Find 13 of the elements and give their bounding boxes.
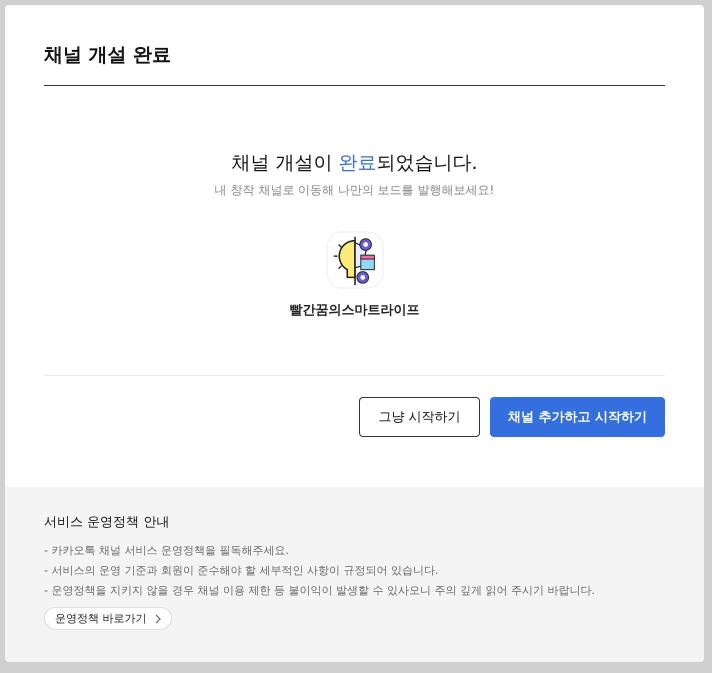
headline: 채널 개설이 완료되었습니다. [231, 151, 478, 176]
dialog-title: 채널 개설 완료 [44, 43, 172, 68]
add-channel-button[interactable]: 채널 추가하고 시작하기 [490, 397, 665, 437]
policy-text: - 운영정책을 지키지 않을 경우 채널 이용 제한 등 불이익이 발생할 수 있사오니 주의 깊게 읽어 주시기 바랍니다. [44, 583, 596, 599]
policy-text: - 서비스의 운영 기준과 회원이 준수해야 할 세부적인 사항이 규정되어 있습니다. [44, 563, 440, 579]
start-button[interactable]: 그냥 시작하기 [358, 397, 480, 437]
policy-text: - 카카오톡 채널 서비스 운영정책을 필독해주세요. [44, 543, 290, 559]
channel-name: 빨간꿈의스마트라이프 [290, 302, 420, 319]
subtext: 내 창작 채널로 이동해 나만의 보드를 발행해보세요! [214, 182, 494, 199]
lightbulb-gear-icon [326, 231, 384, 289]
chevron-right-icon [154, 614, 160, 624]
policy-title: 서비스 운영정책 안내 [44, 514, 170, 531]
policy-link[interactable]: 운영정책 바로가기 [44, 607, 172, 630]
